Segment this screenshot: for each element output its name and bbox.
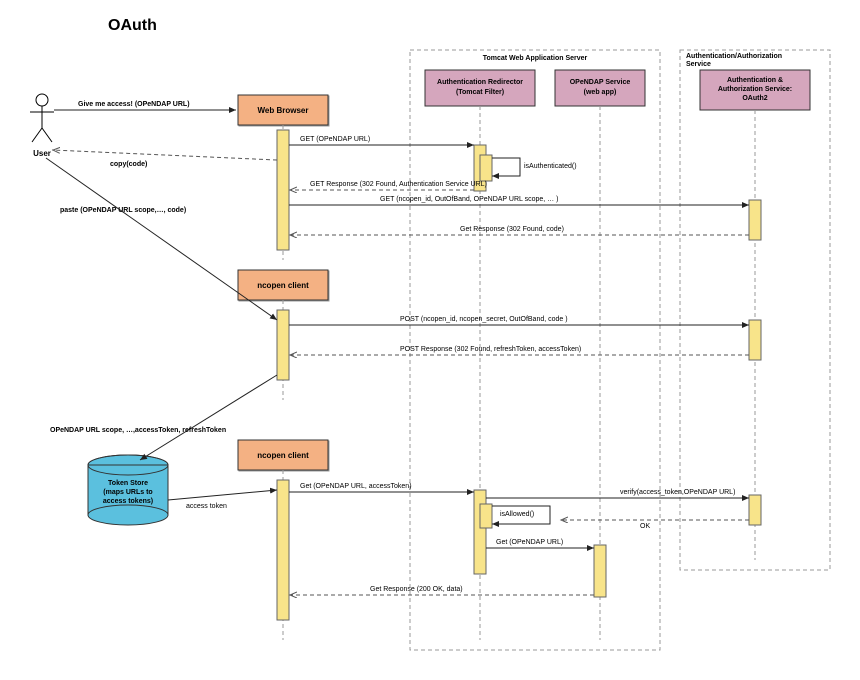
diagram-title: OAuth xyxy=(108,17,157,34)
svg-text:Service: Service xyxy=(686,61,711,68)
svg-text:access token: access token xyxy=(186,503,227,510)
svg-text:(maps URLs to: (maps URLs to xyxy=(103,489,152,496)
svg-text:GET (OPeNDAP URL): GET (OPeNDAP URL) xyxy=(300,136,370,143)
svg-text:OAuth2: OAuth2 xyxy=(742,95,767,102)
svg-text:isAllowed(): isAllowed() xyxy=(500,511,534,518)
actor-token-store: Token Store (maps URLs to access tokens) xyxy=(88,455,168,525)
svg-text:Authentication/Authorization: Authentication/Authorization xyxy=(686,53,782,60)
activation-auth-3 xyxy=(749,495,761,525)
actor-user-label: User xyxy=(33,149,51,158)
svg-text:OPeNDAP URL scope, …,accessTok: OPeNDAP URL scope, …,accessToken, refres… xyxy=(50,427,226,434)
svg-text:Authentication Redirector: Authentication Redirector xyxy=(437,79,523,86)
svg-text:Authorization Service:: Authorization Service: xyxy=(718,86,792,93)
svg-text:ncopen client: ncopen client xyxy=(257,451,309,460)
msg-copy-code xyxy=(52,150,277,160)
activation-ncopen1 xyxy=(277,310,289,380)
msg-is-authenticated xyxy=(492,158,520,176)
activation-auth-2 xyxy=(749,320,761,360)
svg-text:(web app): (web app) xyxy=(584,89,617,96)
activation-ncopen2 xyxy=(277,480,289,620)
activation-browser xyxy=(277,130,289,250)
svg-text:Give me access! (OPeNDAP URL): Give me access! (OPeNDAP URL) xyxy=(78,101,190,108)
activation-redirector-self2 xyxy=(480,504,492,528)
svg-text:verify(access_token,OPeNDAP UR: verify(access_token,OPeNDAP URL) xyxy=(620,489,735,496)
svg-text:isAuthenticated(): isAuthenticated() xyxy=(524,163,577,170)
svg-text:OK: OK xyxy=(640,523,650,530)
svg-text:GET (ncopen_id, OutOfBand, O: GET (ncopen_id, OutOfBand, OPeNDAP URL s… xyxy=(380,196,558,203)
svg-text:Token Store: Token Store xyxy=(108,480,148,487)
svg-text:Get (OPeNDAP URL, accessToken): Get (OPeNDAP URL, accessToken) xyxy=(300,483,412,490)
activation-auth-1 xyxy=(749,200,761,240)
svg-text:POST (ncopen_id, ncopen_secret: POST (ncopen_id, ncopen_secret, OutOfBan… xyxy=(400,316,568,323)
msg-paste-code xyxy=(46,158,277,320)
actor-user: User xyxy=(30,94,54,158)
svg-text:(Tomcat Filter): (Tomcat Filter) xyxy=(456,89,504,96)
svg-text:OPeNDAP Service: OPeNDAP Service xyxy=(570,79,631,86)
svg-text:Authentication &: Authentication & xyxy=(727,77,783,84)
actor-auth-service: Authentication & Authorization Service: … xyxy=(700,70,810,560)
svg-text:POST Response (302 Found, refr: POST Response (302 Found, refreshToken, … xyxy=(400,346,581,353)
svg-text:Web Browser: Web Browser xyxy=(258,106,309,115)
svg-text:copy(code): copy(code) xyxy=(110,161,147,168)
svg-text:GET Response (302 Found, Authe: GET Response (302 Found, Authentication … xyxy=(310,181,487,188)
svg-text:Get Response (200 OK, data): Get Response (200 OK, data) xyxy=(370,586,463,593)
svg-text:ncopen client: ncopen client xyxy=(257,281,309,290)
activation-redirector-self xyxy=(480,155,492,181)
activation-opendap xyxy=(594,545,606,597)
svg-text:Get (OPeNDAP URL): Get (OPeNDAP URL) xyxy=(496,539,563,546)
activation-redirector-2 xyxy=(474,490,486,574)
svg-text:access tokens): access tokens) xyxy=(103,498,153,505)
svg-text:Tomcat Web Application Server: Tomcat Web Application Server xyxy=(483,55,588,62)
svg-text:paste (OPeNDAP URL scope,…, co: paste (OPeNDAP URL scope,…, code) xyxy=(60,207,186,214)
msg-access-token xyxy=(168,490,277,500)
svg-text:Get Response (302 Found, code): Get Response (302 Found, code) xyxy=(460,226,564,233)
